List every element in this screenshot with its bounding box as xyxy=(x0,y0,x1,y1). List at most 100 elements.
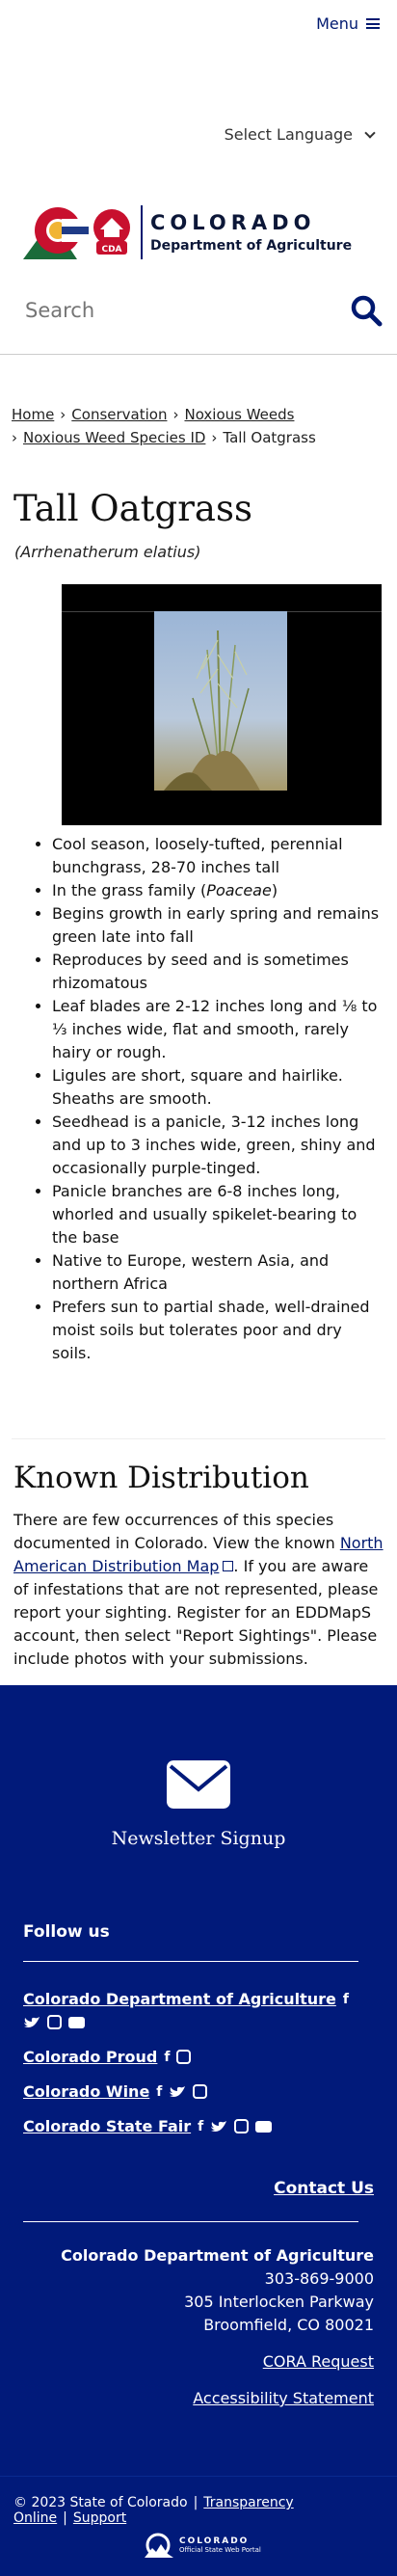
video-player[interactable] xyxy=(62,584,382,825)
instagram-icon[interactable] xyxy=(47,2015,62,2029)
breadcrumb-separator: › xyxy=(172,406,179,423)
social-cda-link[interactable]: Colorado Department of Agriculture xyxy=(23,1990,336,2008)
species-facts-list: Cool season, loosely-tufted, perennial b… xyxy=(0,833,397,1365)
facebook-icon[interactable]: f xyxy=(343,1992,349,2007)
state-portal-logo[interactable]: COLORADO Official State Web Portal xyxy=(145,2533,261,2558)
hamburger-icon xyxy=(366,18,380,29)
fact-text: In the grass family ( xyxy=(52,881,207,899)
search-icon[interactable] xyxy=(349,293,384,328)
social-colorado-state-fair: Colorado State Fair f xyxy=(23,2117,370,2135)
breadcrumb-species-id[interactable]: Noxious Weed Species ID xyxy=(23,429,205,446)
contact-us-link[interactable]: Contact Us xyxy=(274,2179,374,2198)
distribution-heading: Known Distribution xyxy=(13,1461,309,1495)
newsletter-label: Newsletter Signup xyxy=(111,1828,286,1849)
instagram-icon[interactable] xyxy=(193,2084,208,2099)
fact-item: Native to Europe, western Asia, and nort… xyxy=(52,1249,380,1296)
footer-divider xyxy=(23,1961,358,1962)
youtube-icon[interactable] xyxy=(255,2120,273,2133)
support-link[interactable]: Support xyxy=(73,2510,126,2526)
colorado-portal-logo-icon xyxy=(145,2533,173,2558)
address-city: Broomfield, CO 80021 xyxy=(203,2316,374,2334)
separator: | xyxy=(63,2510,67,2526)
chevron-down-icon xyxy=(364,126,376,139)
social-colorado-proud: Colorado Proud f xyxy=(23,2048,370,2066)
twitter-icon[interactable] xyxy=(23,2016,40,2029)
social-state-fair-link[interactable]: Colorado State Fair xyxy=(23,2117,191,2135)
contact-us: Contact Us xyxy=(274,2179,374,2198)
separator: | xyxy=(193,2495,198,2510)
address-street: 305 Interlocken Parkway xyxy=(184,2293,374,2311)
follow-heading: Follow us xyxy=(23,1922,110,1942)
footer-bottom-bar: © 2023 State of Colorado | Transparency On… xyxy=(0,2476,397,2576)
logo-divider xyxy=(141,205,143,259)
logo-subtitle: Department of Agriculture xyxy=(150,238,353,254)
menu-bar: Menu xyxy=(0,0,397,48)
footer-address: Colorado Department of Agriculture 303-8… xyxy=(61,2244,374,2337)
address-org-name: Colorado Department of Agriculture xyxy=(61,2246,374,2265)
fact-item: Cool season, loosely-tufted, perennial b… xyxy=(52,833,380,879)
accessibility-statement-link[interactable]: Accessibility Statement xyxy=(193,2389,374,2407)
newsletter-signup[interactable]: Newsletter Signup xyxy=(0,1760,397,1849)
fact-item: Ligules are short, square and hairlike. … xyxy=(52,1064,380,1111)
scientific-name: (Arrhenatherum elatius) xyxy=(14,543,201,561)
search-input[interactable] xyxy=(25,299,333,322)
address-phone: 303-869-9000 xyxy=(264,2269,374,2288)
menu-label: Menu xyxy=(316,14,358,33)
cora-request-link[interactable]: CORA Request xyxy=(263,2352,374,2371)
tall-oatgrass-photo xyxy=(154,611,287,791)
site-header: Menu Select Language CDA COLORADO Depart… xyxy=(0,0,397,355)
logo-title: COLORADO xyxy=(150,211,316,234)
main-content: Home › Conservation › Noxious Weeds › Noxious… xyxy=(0,403,397,1671)
state-portal-title: COLORADO xyxy=(179,2536,250,2546)
twitter-icon[interactable] xyxy=(210,2120,227,2133)
breadcrumb: Home › Conservation › Noxious Weeds › Noxious… xyxy=(0,403,397,449)
copyright-text: © 2023 State of Colorado xyxy=(13,2495,188,2510)
fact-item: Seedhead is a panicle, 3-12 inches long … xyxy=(52,1111,380,1180)
state-portal-subtitle: Official State Web Portal xyxy=(179,2546,261,2554)
colorado-c-logo-icon xyxy=(23,207,89,259)
fact-text: ) xyxy=(271,881,278,899)
social-colorado-proud-link[interactable]: Colorado Proud xyxy=(23,2048,157,2066)
accessibility-statement: Accessibility Statement xyxy=(193,2389,374,2407)
facebook-icon[interactable]: f xyxy=(198,2119,203,2134)
copyright-line: © 2023 State of Colorado | Transparency On… xyxy=(13,2495,397,2526)
youtube-icon[interactable] xyxy=(68,2016,85,2028)
fact-item: Prefers sun to partial shade, well-drain… xyxy=(52,1296,380,1365)
instagram-icon[interactable] xyxy=(176,2050,192,2064)
language-select[interactable]: Select Language xyxy=(224,125,376,144)
social-cda: Colorado Department of Agriculture f xyxy=(23,1990,370,2029)
cda-badge-icon: CDA xyxy=(93,209,130,255)
breadcrumb-separator: › xyxy=(211,429,218,446)
footer-divider xyxy=(23,2221,358,2222)
instagram-icon[interactable] xyxy=(234,2119,250,2133)
menu-button[interactable]: Menu xyxy=(316,14,380,33)
site-footer: Newsletter Signup Follow us Colorado Dep… xyxy=(0,1685,397,2476)
search-bar xyxy=(0,285,397,355)
fact-item: In the grass family (Poaceae) xyxy=(52,879,380,902)
social-colorado-wine: Colorado Wine f xyxy=(23,2082,370,2101)
facebook-icon[interactable]: f xyxy=(164,2050,170,2065)
fact-item: Reproduces by seed and is sometimes rhiz… xyxy=(52,949,380,995)
breadcrumb-separator: › xyxy=(12,429,17,446)
fact-item: Begins growth in early spring and remain… xyxy=(52,902,380,949)
distribution-text-1: There are few occurrences of this specie… xyxy=(13,1511,340,1552)
breadcrumb-current: Tall Oatgrass xyxy=(223,429,316,446)
logo-text: COLORADO Department of Agriculture xyxy=(150,211,352,254)
breadcrumb-conservation[interactable]: Conservation xyxy=(71,406,167,423)
cora-request: CORA Request xyxy=(263,2352,374,2371)
site-logo[interactable]: CDA COLORADO Department of Agriculture xyxy=(23,205,352,259)
twitter-icon[interactable] xyxy=(169,2085,186,2099)
breadcrumb-separator: › xyxy=(60,406,66,423)
social-colorado-wine-link[interactable]: Colorado Wine xyxy=(23,2082,149,2101)
facebook-icon[interactable]: f xyxy=(156,2084,162,2100)
distribution-text: There are few occurrences of this specie… xyxy=(0,1509,397,1671)
envelope-icon xyxy=(167,1760,230,1809)
fact-item: Leaf blades are 2-12 inches long and ⅛ t… xyxy=(52,995,380,1064)
external-link-icon xyxy=(223,1561,234,1571)
family-name: Poaceae xyxy=(206,881,272,899)
language-select-label: Select Language xyxy=(224,125,353,144)
breadcrumb-home[interactable]: Home xyxy=(12,406,54,423)
section-divider xyxy=(12,1438,385,1439)
breadcrumb-noxious-weeds[interactable]: Noxious Weeds xyxy=(184,406,294,423)
page-title: Tall Oatgrass xyxy=(13,488,252,529)
